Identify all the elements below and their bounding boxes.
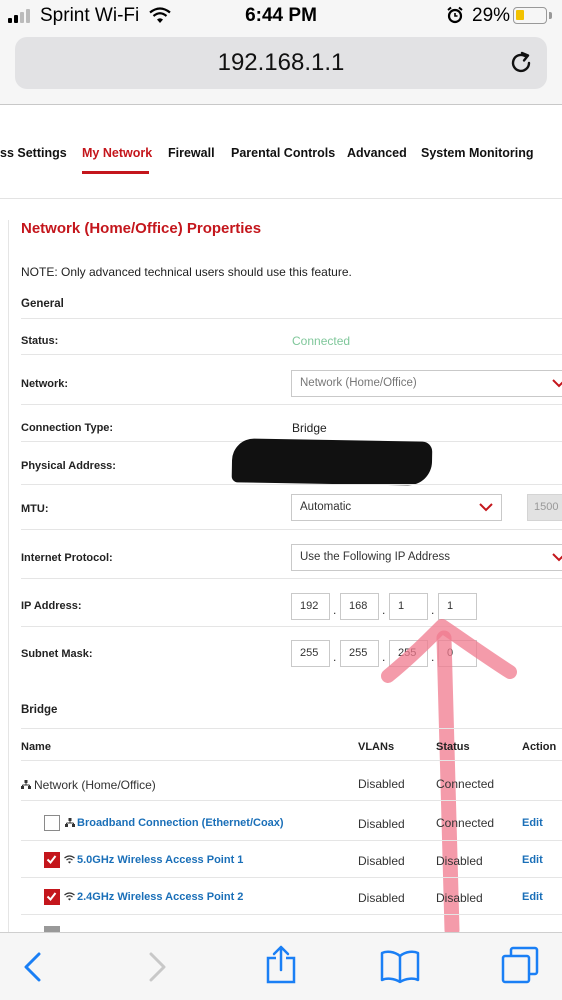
network-icon: [65, 818, 75, 827]
forward-icon[interactable]: [146, 952, 168, 982]
bridge-row-name-link[interactable]: 5.0GHz Wireless Access Point 1: [77, 854, 243, 866]
divider: [21, 760, 562, 761]
col-header-action: Action: [522, 741, 557, 753]
status-value: Connected: [292, 334, 351, 348]
ip-separator: .: [382, 603, 386, 617]
edit-link[interactable]: Edit: [522, 817, 543, 829]
tab-system-monitoring[interactable]: System Monitoring: [421, 146, 534, 160]
mtu-size-field[interactable]: 1500: [527, 494, 562, 521]
mtu-select-value: Automatic: [300, 501, 352, 513]
content-border: [8, 220, 9, 935]
connection-type-value: Bridge: [292, 421, 327, 435]
tab-wireless-settings[interactable]: ss Settings: [0, 146, 67, 160]
ip-octet-4[interactable]: 1: [438, 593, 477, 620]
mtu-select[interactable]: Automatic: [291, 494, 502, 521]
advanced-note: NOTE: Only advanced technical users shou…: [21, 265, 352, 279]
mtu-label: MTU:: [21, 503, 49, 515]
subnet-mask-label: Subnet Mask:: [21, 648, 93, 660]
back-icon[interactable]: [22, 952, 44, 982]
alarm-icon: [447, 6, 463, 24]
bridge-row-checkbox-checked[interactable]: [44, 889, 60, 905]
divider: [21, 914, 562, 915]
tab-advanced[interactable]: Advanced: [347, 146, 407, 160]
bridge-row-status: Disabled: [436, 891, 483, 905]
bridge-row-vlans: Disabled: [358, 777, 405, 791]
divider: [21, 529, 562, 530]
ip-separator: .: [333, 603, 337, 617]
bridge-row-status: Connected: [436, 816, 495, 830]
subnet-octet-2[interactable]: 255: [340, 640, 379, 667]
col-header-name: Name: [21, 741, 51, 753]
bridge-row-checkbox[interactable]: [44, 815, 60, 831]
ip-octet-1[interactable]: 192: [291, 593, 330, 620]
connection-type-label: Connection Type:: [21, 422, 114, 434]
bridge-row-name-link[interactable]: Broadband Connection (Ethernet/Coax): [77, 817, 284, 829]
bridge-row-vlans: Disabled: [358, 854, 405, 868]
divider: [21, 318, 562, 319]
network-icon: [21, 780, 31, 789]
edit-link[interactable]: Edit: [522, 891, 543, 903]
battery-icon: [513, 7, 547, 24]
url-text[interactable]: 192.168.1.1: [15, 49, 547, 77]
divider: [21, 800, 562, 801]
col-header-status: Status: [436, 741, 470, 753]
divider: [21, 354, 562, 355]
share-icon[interactable]: [265, 944, 297, 984]
chevron-down-icon: [552, 379, 562, 388]
redaction-scribble: [231, 438, 433, 486]
network-select-value: Network (Home/Office): [300, 377, 417, 389]
divider: [21, 877, 562, 878]
divider: [21, 840, 562, 841]
bridge-row-status: Disabled: [436, 854, 483, 868]
bookmarks-icon[interactable]: [380, 948, 420, 984]
subnet-separator: .: [333, 650, 337, 664]
bridge-row-name-link[interactable]: 2.4GHz Wireless Access Point 2: [77, 891, 243, 903]
network-select[interactable]: Network (Home/Office): [291, 370, 562, 397]
col-header-vlans: VLANs: [358, 741, 395, 753]
bridge-row-checkbox-checked[interactable]: [44, 852, 60, 868]
bridge-section-heading: Bridge: [21, 704, 58, 716]
bridge-row-status: Connected: [436, 777, 495, 791]
active-tab-indicator: [82, 171, 149, 174]
reload-icon[interactable]: [508, 50, 534, 76]
edit-link[interactable]: Edit: [522, 854, 543, 866]
general-section-heading: General: [21, 298, 64, 310]
divider: [21, 404, 562, 405]
tab-firewall[interactable]: Firewall: [168, 146, 215, 160]
battery-percent: 29%: [472, 5, 511, 26]
ip-octet-2[interactable]: 168: [340, 593, 379, 620]
tab-parental-controls[interactable]: Parental Controls: [231, 146, 335, 160]
page-title: Network (Home/Office) Properties: [21, 220, 262, 237]
chevron-down-icon: [479, 503, 493, 512]
checkmark-icon: [46, 855, 57, 865]
tabs-icon[interactable]: [500, 945, 540, 985]
ip-address-label: IP Address:: [21, 600, 82, 612]
ip-separator: .: [431, 603, 435, 617]
divider: [21, 728, 562, 729]
physical-address-label: Physical Address:: [21, 460, 116, 472]
bridge-row-name: Network (Home/Office): [34, 778, 156, 792]
chevron-down-icon: [552, 553, 562, 562]
ip-octet-3[interactable]: 1: [389, 593, 428, 620]
bridge-row-vlans: Disabled: [358, 891, 405, 905]
status-label: Status:: [21, 335, 59, 347]
internet-protocol-value: Use the Following IP Address: [300, 551, 451, 563]
checkmark-icon: [46, 892, 57, 902]
wifi-icon: [64, 892, 75, 901]
tab-my-network[interactable]: My Network: [82, 146, 152, 160]
wifi-icon: [64, 855, 75, 864]
subnet-octet-1[interactable]: 255: [291, 640, 330, 667]
divider: [21, 578, 562, 579]
internet-protocol-select[interactable]: Use the Following IP Address: [291, 544, 562, 571]
bridge-row-vlans: Disabled: [358, 817, 405, 831]
network-label: Network:: [21, 378, 69, 390]
internet-protocol-label: Internet Protocol:: [21, 552, 113, 564]
divider: [21, 484, 562, 485]
battery-nub: [549, 12, 552, 19]
